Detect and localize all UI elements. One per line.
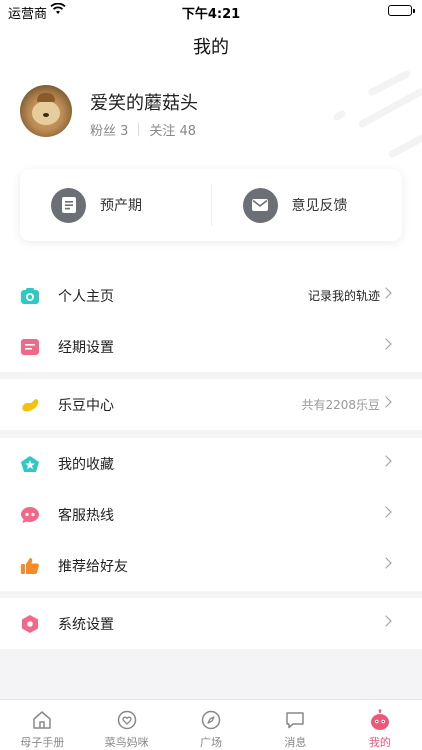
menu-label: 乐豆中心 [58,397,114,414]
menu-label: 客服热线 [58,507,114,524]
menu-item-recommend[interactable]: 推荐给好友 [0,540,422,591]
due-date-button[interactable]: 预产期 [20,169,211,241]
decorative-stripes [333,70,422,158]
status-bar: 运营商 下午4:21 [0,0,422,22]
camera-icon [20,286,40,306]
thumbs-up-icon [20,556,40,576]
user-stats: 粉丝 3 关注 48 [90,120,196,139]
menu-item-ledou-center[interactable]: 乐豆中心 共有2208乐豆 [0,379,422,430]
chevron-right-icon [380,396,392,408]
chat-icon [284,709,306,731]
pentagon-icon [20,454,40,474]
tab-label: 广场 [200,736,223,749]
menu-label: 系统设置 [58,616,114,633]
feedback-button[interactable]: 意见反馈 [212,169,403,241]
robot-icon [369,709,391,731]
heart-icon [116,709,138,731]
quick-actions-card: 预产期 意见反馈 [20,169,402,241]
menu-label: 个人主页 [58,288,114,305]
menu-item-favorites[interactable]: 我的收藏 [0,438,422,489]
due-date-label: 预产期 [100,198,142,214]
tab-novice-mom[interactable]: 菜鸟妈咪 [84,700,168,750]
document-icon [51,187,86,223]
menu-item-settings[interactable]: 系统设置 [0,598,422,649]
clock: 下午4:21 [181,7,241,22]
battery-icon [388,5,415,16]
menu-label: 经期设置 [58,339,114,356]
stats-divider [138,123,140,136]
menu-value: 共有2208乐豆 [301,398,380,412]
tab-label: 我的 [368,736,391,749]
avatar[interactable] [20,85,72,137]
feedback-label: 意见反馈 [291,198,348,214]
chevron-right-icon [380,287,392,299]
menu-label: 推荐给好友 [58,558,128,575]
profile-header: 我的 爱笑的蘑菇头 粉丝 3 关注 48 预产期 意见反馈 [0,22,422,270]
tab-bar: 母子手册 菜鸟妈咪 广场 消息 我的 [0,699,422,750]
menu-value: 记录我的轨迹 [307,289,380,303]
menu-group-ledou: 乐豆中心 共有2208乐豆 [0,379,422,430]
chat-bubble-icon [20,505,40,525]
calendar-icon [20,337,40,357]
home-icon [31,709,53,731]
menu-group-services: 我的收藏 客服热线 推荐给好友 [0,438,422,591]
menu-group-system: 系统设置 [0,598,422,649]
fans-count[interactable]: 粉丝 3 [90,120,128,139]
follow-count[interactable]: 关注 48 [149,120,196,139]
tab-label: 母子手册 [20,736,65,749]
tab-label: 消息 [284,736,307,749]
tab-label: 菜鸟妈咪 [104,736,149,749]
bean-icon [20,395,40,415]
user-name[interactable]: 爱笑的蘑菇头 [90,89,198,115]
menu-label: 我的收藏 [58,456,114,473]
tab-square[interactable]: 广场 [169,700,253,750]
page-title: 我的 [193,37,229,58]
mail-icon [242,187,278,223]
hexagon-settings-icon [20,614,40,634]
menu-group-personal: 个人主页 记录我的轨迹 经期设置 [0,270,422,372]
tab-handbook[interactable]: 母子手册 [0,700,84,750]
tab-mine[interactable]: 我的 [338,700,422,750]
compass-icon [200,709,222,731]
menu-item-profile-page[interactable]: 个人主页 记录我的轨迹 [0,270,422,321]
tab-messages[interactable]: 消息 [253,700,337,750]
menu-item-period-settings[interactable]: 经期设置 [0,321,422,372]
menu-item-hotline[interactable]: 客服热线 [0,489,422,540]
